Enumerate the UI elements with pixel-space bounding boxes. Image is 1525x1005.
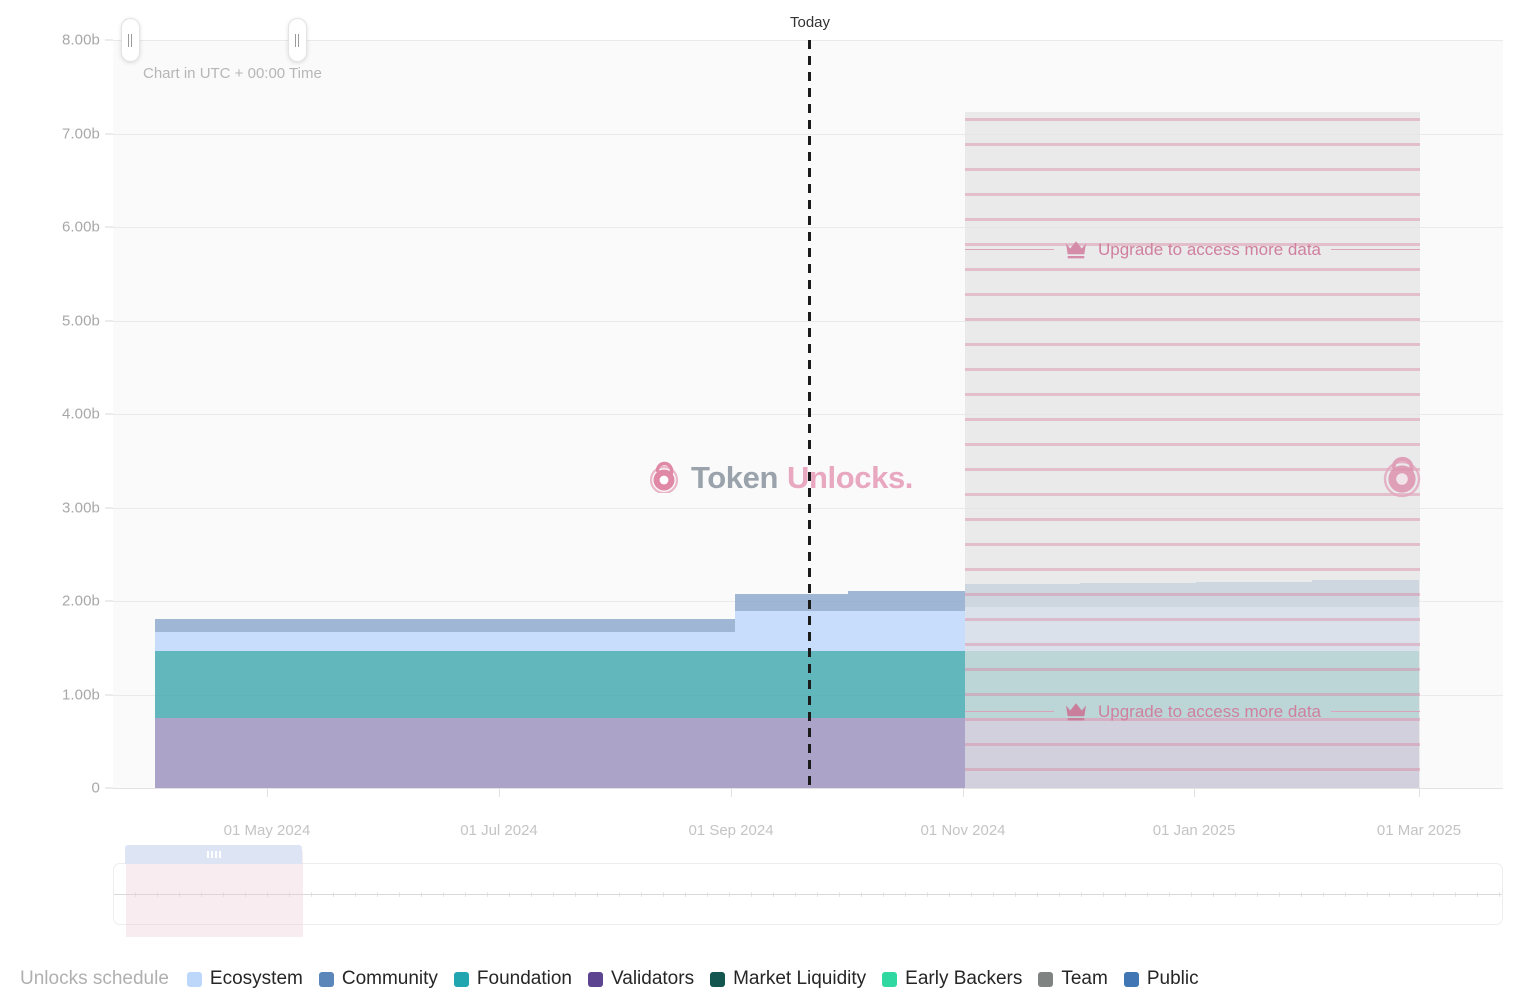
legend-swatch [1124, 972, 1139, 987]
y-axis-tick-mark [105, 227, 113, 228]
watermark-token: Token [691, 460, 778, 496]
x-axis-tick-mark [1419, 788, 1420, 797]
legend-label: Ecosystem [210, 968, 303, 990]
y-axis-tick-mark [105, 320, 113, 321]
banner-rule-left [965, 249, 1054, 250]
upgrade-label-top: Upgrade to access more data [1098, 240, 1321, 260]
range-slider-baseline [114, 894, 1502, 895]
legend-item-early-backers[interactable]: Early Backers [882, 968, 1022, 990]
legend-item-foundation[interactable]: Foundation [454, 968, 572, 990]
upgrade-label-bottom: Upgrade to access more data [1098, 702, 1321, 722]
range-slider-handle-left[interactable] [121, 18, 140, 62]
legend-item-ecosystem[interactable]: Ecosystem [187, 968, 303, 990]
x-axis-tick-mark [1194, 788, 1195, 797]
area-segment-foundation [735, 651, 848, 718]
today-marker-label: Today [790, 14, 830, 31]
x-axis-tick-mark [963, 788, 964, 797]
drag-grip-icon [207, 851, 221, 858]
y-axis-tick-label: 6.00b [10, 219, 100, 236]
y-axis-tick-mark [105, 507, 113, 508]
legend-swatch [1038, 972, 1053, 987]
legend-label: Early Backers [905, 968, 1022, 990]
legend-label: Foundation [477, 968, 572, 990]
range-slider-handle-right[interactable] [288, 18, 307, 62]
range-slider-drag-handle[interactable] [125, 845, 302, 864]
area-segment-foundation [155, 651, 735, 718]
area-segment-validators [155, 718, 735, 788]
banner-rule-right [1331, 249, 1420, 250]
area-segment-ecosystem [735, 611, 848, 650]
area-segment-foundation [848, 651, 965, 718]
tokenunlocks-watermark: Token Unlocks. [646, 455, 913, 501]
y-axis-tick-mark [105, 133, 113, 134]
upgrade-banner-bottom[interactable]: Upgrade to access more data [965, 701, 1420, 722]
area-segment-ecosystem [848, 611, 965, 650]
area-segment-community [155, 619, 735, 632]
legend-label: Market Liquidity [733, 968, 866, 990]
y-axis-tick-label: 5.00b [10, 312, 100, 329]
legend-item-market-liquidity[interactable]: Market Liquidity [710, 968, 866, 990]
x-axis-tick-label: 01 Jan 2025 [1153, 822, 1236, 839]
crown-icon [1064, 701, 1088, 722]
area-segment-community [735, 594, 848, 612]
y-axis-tick-label: 1.00b [10, 686, 100, 703]
area-segment-validators [735, 718, 848, 788]
upgrade-banner-top[interactable]: Upgrade to access more data [965, 239, 1420, 260]
tokenunlocks-logo-icon [646, 455, 682, 501]
legend-swatch [319, 972, 334, 987]
legend-swatch [187, 972, 202, 987]
banner-rule-left-2 [965, 711, 1054, 712]
y-axis-tick-label: 3.00b [10, 499, 100, 516]
legend: Unlocks schedule Ecosystem Community Found… [20, 968, 1215, 990]
legend-label: Validators [611, 968, 694, 990]
y-axis-tick-label: 4.00b [10, 406, 100, 423]
tokenunlocks-logo-watermark [1378, 447, 1426, 504]
area-segment-community [848, 591, 965, 612]
legend-item-community[interactable]: Community [319, 968, 438, 990]
legend-title: Unlocks schedule [20, 968, 169, 990]
x-axis-tick-label: 01 Nov 2024 [920, 822, 1005, 839]
legend-swatch [588, 972, 603, 987]
handle-bars-icon [295, 34, 301, 47]
x-axis-tick-mark [731, 788, 732, 797]
x-axis-tick-mark [499, 788, 500, 797]
legend-label: Community [342, 968, 438, 990]
legend-label: Public [1147, 968, 1199, 990]
y-axis-tick-mark [105, 788, 113, 789]
x-axis-tick-mark [267, 788, 268, 797]
y-axis-tick-mark [105, 414, 113, 415]
gridline [113, 788, 1503, 789]
x-axis-tick-label: 01 Jul 2024 [460, 822, 538, 839]
legend-item-validators[interactable]: Validators [588, 968, 694, 990]
x-axis-tick-label: 01 May 2024 [224, 822, 311, 839]
watermark-unlocks: Unlocks. [787, 460, 913, 496]
area-segment-ecosystem [155, 632, 735, 651]
locked-data-overlay: Upgrade to access more data Upgrade to a… [965, 112, 1420, 788]
legend-swatch [454, 972, 469, 987]
y-axis-tick-mark [105, 40, 113, 41]
y-axis-tick-mark [105, 601, 113, 602]
today-marker-line [808, 40, 811, 788]
x-axis-tick-label: 01 Sep 2024 [688, 822, 773, 839]
area-segment-validators [848, 718, 965, 788]
range-slider[interactable] [113, 863, 1503, 925]
legend-item-team[interactable]: Team [1038, 968, 1107, 990]
y-axis-tick-label: 8.00b [10, 32, 100, 49]
x-axis-tick-label: 01 Mar 2025 [1377, 822, 1461, 839]
handle-bars-icon [128, 34, 134, 47]
legend-swatch [710, 972, 725, 987]
locked-stripes [965, 112, 1420, 788]
legend-label: Team [1061, 968, 1107, 990]
y-axis-tick-label: 2.00b [10, 593, 100, 610]
y-axis-tick-label: 7.00b [10, 125, 100, 142]
legend-swatch [882, 972, 897, 987]
y-axis-tick-label: 0 [10, 780, 100, 797]
crown-icon [1064, 239, 1088, 260]
unlocks-schedule-chart: 0 1.00b 2.00b 3.00b 4.00b 5.00b 6.00b 7.00b 8.00… [0, 0, 1525, 1005]
legend-item-public[interactable]: Public [1124, 968, 1199, 990]
banner-rule-right-2 [1331, 711, 1420, 712]
y-axis-tick-mark [105, 694, 113, 695]
